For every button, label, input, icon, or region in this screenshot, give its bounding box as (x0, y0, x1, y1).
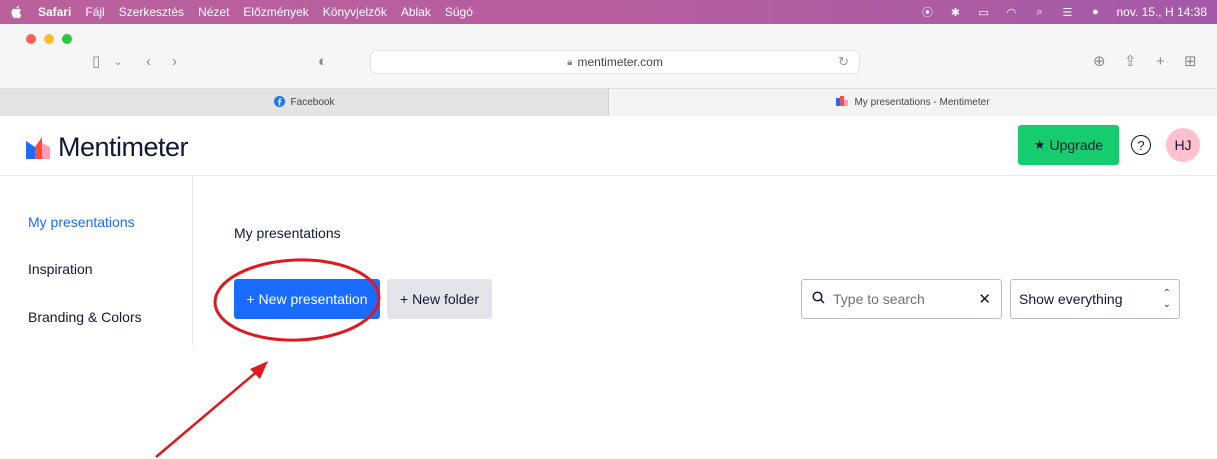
help-icon[interactable]: ? (1131, 135, 1151, 155)
sidebar: My presentations Inspiration Branding & … (0, 176, 193, 346)
annotation-arrow (155, 361, 268, 458)
tab-facebook[interactable]: Facebook (0, 89, 609, 116)
facebook-icon (273, 95, 285, 110)
select-caret-icon: ⌃ ⌄ (1162, 288, 1171, 310)
privacy-shield-icon[interactable]: ◐ (318, 54, 327, 69)
new-folder-button[interactable]: + New folder (387, 279, 492, 319)
menu-window[interactable]: Ablak (401, 5, 431, 19)
wifi-icon[interactable]: ◠ (1004, 5, 1018, 19)
back-icon[interactable]: ‹ (146, 54, 151, 69)
sidebar-item-my-presentations[interactable]: My presentations (28, 214, 135, 230)
spotlight-icon[interactable]: ⌕ (1032, 5, 1046, 19)
search-input[interactable]: Type to search (833, 291, 925, 307)
annotation-circle (213, 258, 381, 342)
siri-icon[interactable]: ● (1088, 5, 1102, 19)
forward-icon[interactable]: › (172, 54, 177, 69)
control-center-icon[interactable]: ☰ (1060, 5, 1074, 19)
play-icon[interactable]: ⦿ (920, 5, 934, 19)
menu-edit[interactable]: Szerkesztés (119, 5, 184, 19)
minimize-window-button[interactable] (44, 34, 54, 44)
sidebar-toggle-icon[interactable]: ▯ (92, 54, 100, 69)
avatar[interactable]: HJ (1166, 128, 1200, 162)
bluetooth-icon[interactable]: ✱ (948, 5, 962, 19)
filter-selected-value: Show everything (1019, 291, 1123, 307)
sidebar-item-inspiration[interactable]: Inspiration (28, 261, 93, 277)
url-text: mentimeter.com (577, 55, 663, 69)
menu-history[interactable]: Előzmények (243, 5, 308, 19)
sidebar-item-branding-colors[interactable]: Branding & Colors (28, 309, 142, 325)
menu-datetime[interactable]: nov. 15., H 14:38 (1116, 5, 1207, 19)
tab-title: My presentations - Mentimeter (854, 97, 990, 108)
window-controls (26, 34, 72, 44)
address-bar[interactable]: 🔒︎ mentimeter.com ↻ (370, 50, 860, 74)
macos-menu-bar: Safari Fájl Szerkesztés Nézet Előzmények… (0, 0, 1217, 24)
upgrade-button[interactable]: ★ Upgrade (1018, 125, 1119, 165)
battery-icon[interactable]: ▭ (976, 5, 990, 19)
menu-help[interactable]: Súgó (445, 5, 473, 19)
mentimeter-logo[interactable]: Mentimeter (26, 132, 189, 163)
menu-app-name[interactable]: Safari (38, 5, 71, 19)
search-icon (812, 291, 825, 307)
tab-bar: Facebook My presentations - Mentimeter (0, 88, 1217, 116)
tab-mentimeter[interactable]: My presentations - Mentimeter (609, 89, 1217, 116)
menu-view[interactable]: Nézet (198, 5, 229, 19)
upgrade-label: Upgrade (1049, 137, 1104, 153)
mentimeter-favicon-icon (836, 96, 849, 109)
close-window-button[interactable] (26, 34, 36, 44)
zoom-window-button[interactable] (62, 34, 72, 44)
app-header: Mentimeter ★ Upgrade ? HJ (0, 116, 1217, 176)
chevron-down-icon[interactable]: ⌄ (114, 58, 122, 68)
lock-icon: 🔒︎ (567, 56, 573, 68)
filter-select[interactable]: Show everything ⌃ ⌄ (1010, 279, 1180, 319)
tab-overview-icon[interactable]: ⊞ (1184, 54, 1197, 69)
apple-icon[interactable] (10, 4, 24, 20)
mentimeter-logo-icon (26, 136, 50, 159)
search-field[interactable]: Type to search ✕ (801, 279, 1002, 319)
menu-file[interactable]: Fájl (85, 5, 104, 19)
clear-search-icon[interactable]: ✕ (978, 290, 991, 308)
logo-wordmark: Mentimeter (58, 132, 189, 162)
reload-icon[interactable]: ↻ (838, 54, 849, 70)
download-icon[interactable]: ⊕ (1093, 54, 1106, 69)
share-icon[interactable]: ⇪ (1124, 54, 1137, 69)
tab-title: Facebook (290, 97, 335, 108)
star-icon: ★ (1033, 137, 1046, 152)
menu-bookmarks[interactable]: Könyvjelzők (323, 5, 387, 19)
new-tab-icon[interactable]: + (1156, 54, 1165, 69)
page-title: My presentations (234, 225, 341, 241)
